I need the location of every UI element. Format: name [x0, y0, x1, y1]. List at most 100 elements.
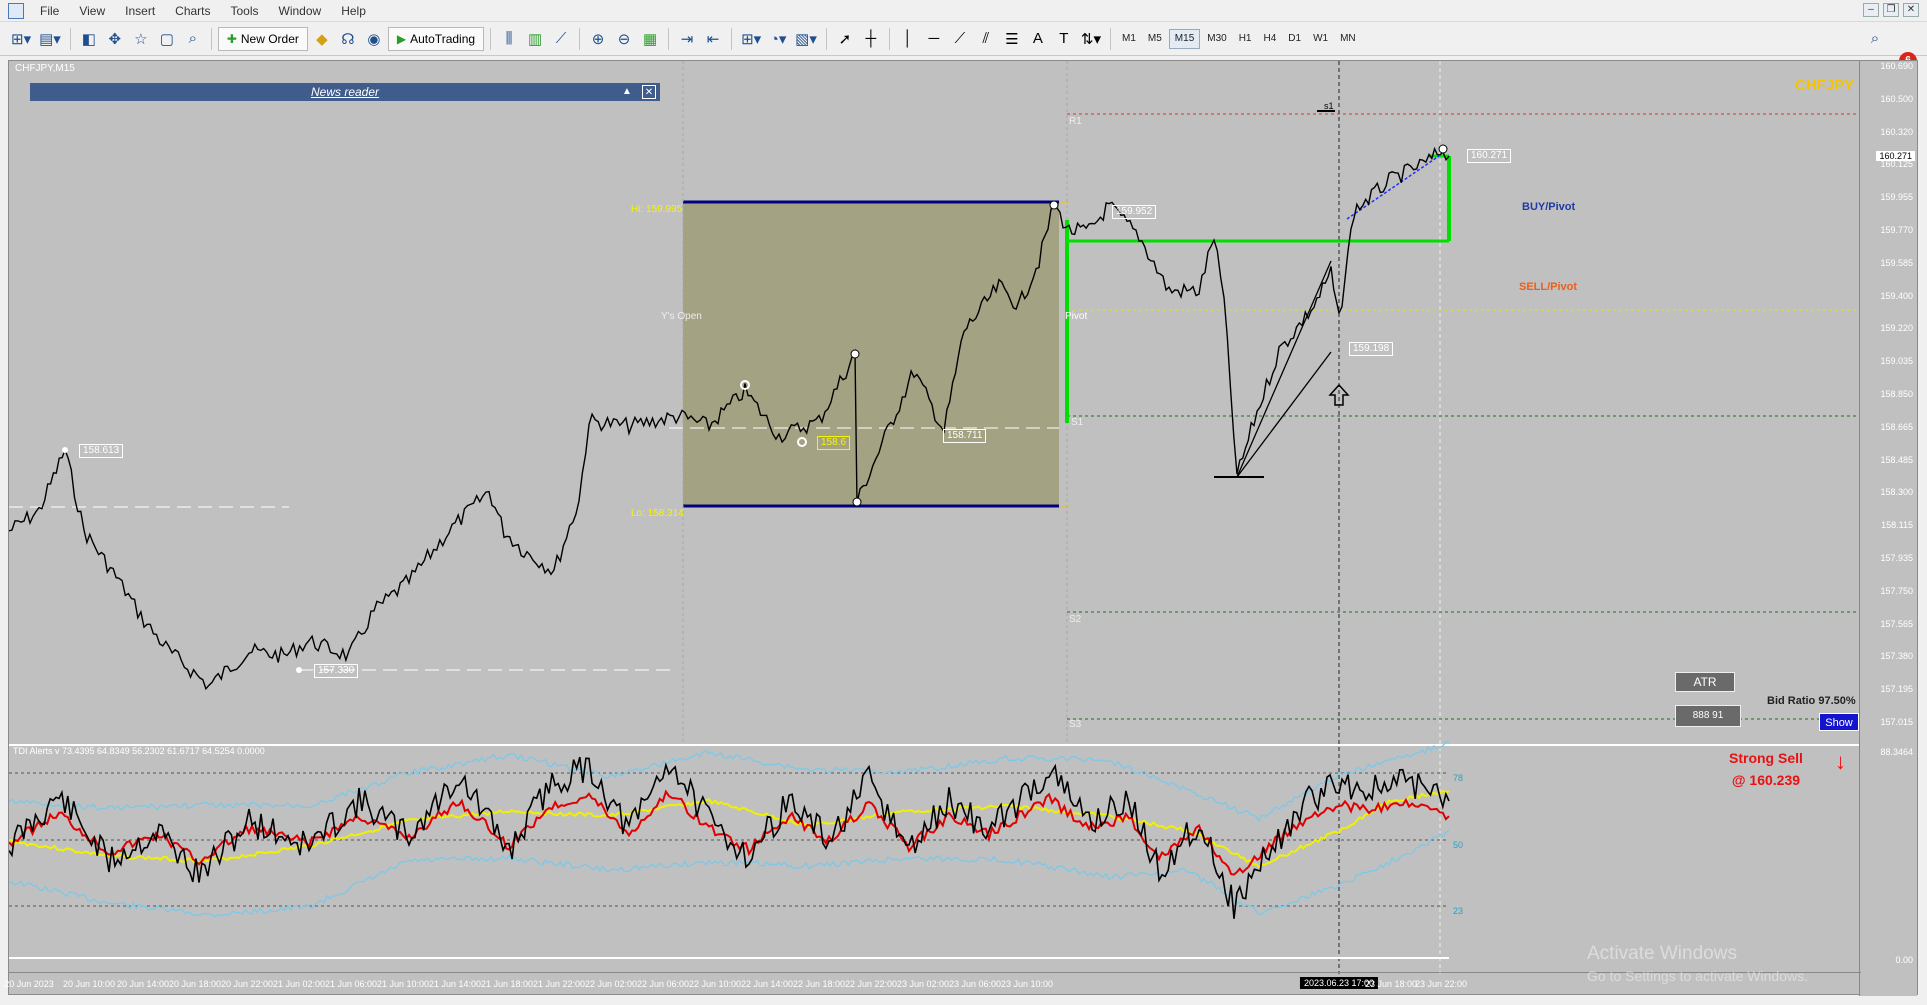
- timeframe-m1[interactable]: M1: [1117, 29, 1141, 49]
- sell-pivot-label: SELL/Pivot: [1519, 281, 1578, 293]
- close-icon[interactable]: ✕: [642, 85, 656, 99]
- menu-view[interactable]: View: [69, 0, 115, 22]
- window-controls: – ❐ ✕: [1863, 3, 1919, 17]
- time-axis-label: 21 Jun 22:00: [532, 979, 586, 989]
- toolbar-divider: [731, 27, 733, 50]
- menu-window[interactable]: Window: [269, 0, 332, 22]
- price-axis-label: 160.690: [1880, 61, 1913, 71]
- terminal-icon[interactable]: ▢: [155, 27, 179, 51]
- timeframe-w1[interactable]: W1: [1308, 29, 1333, 49]
- activate-windows-watermark: Activate Windows Go to Settings to activ…: [1587, 943, 1808, 987]
- ys-open-label: Y's Open: [661, 311, 702, 322]
- candlestick-icon[interactable]: ▥: [523, 27, 547, 51]
- s3-label: S3: [1069, 719, 1082, 730]
- search-icon[interactable]: ⌕: [1863, 27, 1887, 51]
- time-axis-label: 23 Jun 22:00: [1414, 979, 1468, 989]
- lo-label: Lo: 158.314: [631, 508, 684, 519]
- tile-windows-icon[interactable]: ▦: [638, 27, 662, 51]
- toolbar: ⊞▾ ▤▾ ◧ ✥ ☆ ▢ ⌕ ✚ New Order ◆ ☊ ◉ ▶ AutoTr…: [0, 22, 1927, 70]
- news-reader-panel[interactable]: News reader ▲ ✕: [30, 83, 660, 101]
- text-label-icon[interactable]: T: [1052, 27, 1076, 51]
- price-tag: 158.6: [817, 436, 851, 450]
- cursor-icon[interactable]: ➚: [833, 27, 857, 51]
- swing-marker: [62, 447, 68, 453]
- timeframe-h4[interactable]: H4: [1259, 29, 1282, 49]
- chart-window[interactable]: CHFJPY,M15 News reader ▲ ✕ CHFJPY Hi: 15…: [4, 60, 1918, 996]
- price-axis-label: 158.485: [1880, 454, 1913, 465]
- line-chart-icon[interactable]: ⟋: [549, 27, 573, 51]
- time-axis-label: 22 Jun 22:00: [844, 979, 898, 989]
- autoscroll-icon[interactable]: ⇥: [675, 27, 699, 51]
- chart-shift-icon[interactable]: ⇤: [701, 27, 725, 51]
- menu-tools[interactable]: Tools: [221, 0, 269, 22]
- arrows-icon[interactable]: ⇅▾: [1078, 27, 1104, 51]
- timeframe-m15[interactable]: M15: [1168, 28, 1201, 49]
- price-tag: 159.198: [1349, 342, 1394, 356]
- price-axis-label: 158.850: [1880, 389, 1913, 399]
- periods-icon[interactable]: ◔▾: [766, 27, 790, 51]
- bar-chart-icon[interactable]: ⫼: [497, 27, 521, 51]
- yesterday-range-box: [683, 202, 1059, 506]
- atr-button[interactable]: ATR: [1675, 672, 1735, 692]
- market-watch-icon[interactable]: ◧: [77, 27, 101, 51]
- horizontal-line-icon[interactable]: ─: [922, 27, 946, 51]
- signals-icon[interactable]: ☊: [336, 27, 360, 51]
- price-axis-label: 159.955: [1880, 192, 1913, 203]
- timeframe-d1[interactable]: D1: [1283, 29, 1306, 49]
- news-reader-title[interactable]: News reader: [311, 85, 379, 99]
- data-window-icon[interactable]: ✥: [103, 27, 127, 51]
- equidistant-channel-icon[interactable]: ⫽: [974, 27, 998, 51]
- new-order-label: New Order: [240, 31, 299, 46]
- s1-label: S1: [1071, 417, 1084, 428]
- timeframe-mn[interactable]: MN: [1335, 29, 1361, 49]
- market-icon[interactable]: ◉: [362, 27, 386, 51]
- time-axis[interactable]: 2023.06.23 17:00 20 Jun 2023 20 Jun 10:00…: [4, 972, 1861, 994]
- fibonacci-icon[interactable]: ☰: [1000, 27, 1024, 51]
- time-axis-label: 23 Jun 06:00: [948, 979, 1002, 989]
- new-order-button[interactable]: ✚ New Order: [217, 26, 308, 51]
- timeframe-h1[interactable]: H1: [1234, 29, 1257, 49]
- menu-insert[interactable]: Insert: [115, 0, 165, 22]
- navigator-icon[interactable]: ☆: [129, 27, 153, 51]
- price-tag: 159.952: [1112, 205, 1157, 219]
- timeframe-m30[interactable]: M30: [1202, 29, 1231, 49]
- text-icon[interactable]: A: [1026, 27, 1050, 51]
- collapse-icon[interactable]: ▲: [620, 85, 634, 99]
- time-axis-label: 23 Jun 02:00: [896, 979, 950, 989]
- time-axis-label: 20 Jun 2023: [4, 979, 54, 989]
- profiles-icon[interactable]: ▤▾: [36, 27, 64, 51]
- r1-label: R1: [1069, 116, 1082, 127]
- minimize-icon[interactable]: –: [1863, 3, 1879, 17]
- strong-sell-signal: Strong Sell @ 160.239: [1729, 747, 1803, 791]
- tester-icon[interactable]: ⌕: [181, 27, 205, 51]
- metaeditor-icon[interactable]: ◆: [310, 27, 334, 51]
- chart-canvas[interactable]: [9, 61, 1861, 974]
- autotrading-button[interactable]: ▶ AutoTrading: [387, 26, 485, 51]
- menu-help[interactable]: Help: [331, 0, 376, 22]
- timeframe-m5[interactable]: M5: [1143, 29, 1167, 49]
- atr-value-button[interactable]: 888 91: [1675, 705, 1741, 727]
- zoom-out-icon[interactable]: ⊖: [612, 27, 636, 51]
- new-chart-icon[interactable]: ⊞▾: [8, 27, 34, 51]
- s1-marker-label: s1: [1324, 101, 1334, 111]
- price-axis-label: 160.500: [1880, 93, 1913, 104]
- templates-icon[interactable]: ▧▾: [792, 27, 820, 51]
- restore-icon[interactable]: ❐: [1883, 3, 1899, 17]
- trendline: [1236, 351, 1332, 478]
- menu-charts[interactable]: Charts: [165, 0, 220, 22]
- price-tag: 157.330: [314, 664, 359, 678]
- crosshair-icon[interactable]: ┼: [859, 27, 883, 51]
- price-axis[interactable]: 160.271 88.3464 0.00 160.690 160.500 160.3…: [1859, 61, 1917, 996]
- time-axis-label: 23 Jun 18:00: [1364, 979, 1418, 989]
- vertical-line-icon[interactable]: │: [896, 27, 920, 51]
- trendline-icon[interactable]: ⟋: [948, 27, 972, 51]
- close-icon[interactable]: ✕: [1903, 3, 1919, 17]
- swing-marker: [852, 497, 862, 507]
- toolbar-divider: [210, 27, 212, 50]
- swing-marker: [296, 667, 302, 673]
- price-axis-label: 157.750: [1880, 585, 1913, 596]
- show-button[interactable]: Show: [1819, 713, 1859, 731]
- menu-file[interactable]: File: [30, 0, 69, 22]
- zoom-in-icon[interactable]: ⊕: [586, 27, 610, 51]
- indicators-icon[interactable]: ⊞▾: [738, 27, 764, 51]
